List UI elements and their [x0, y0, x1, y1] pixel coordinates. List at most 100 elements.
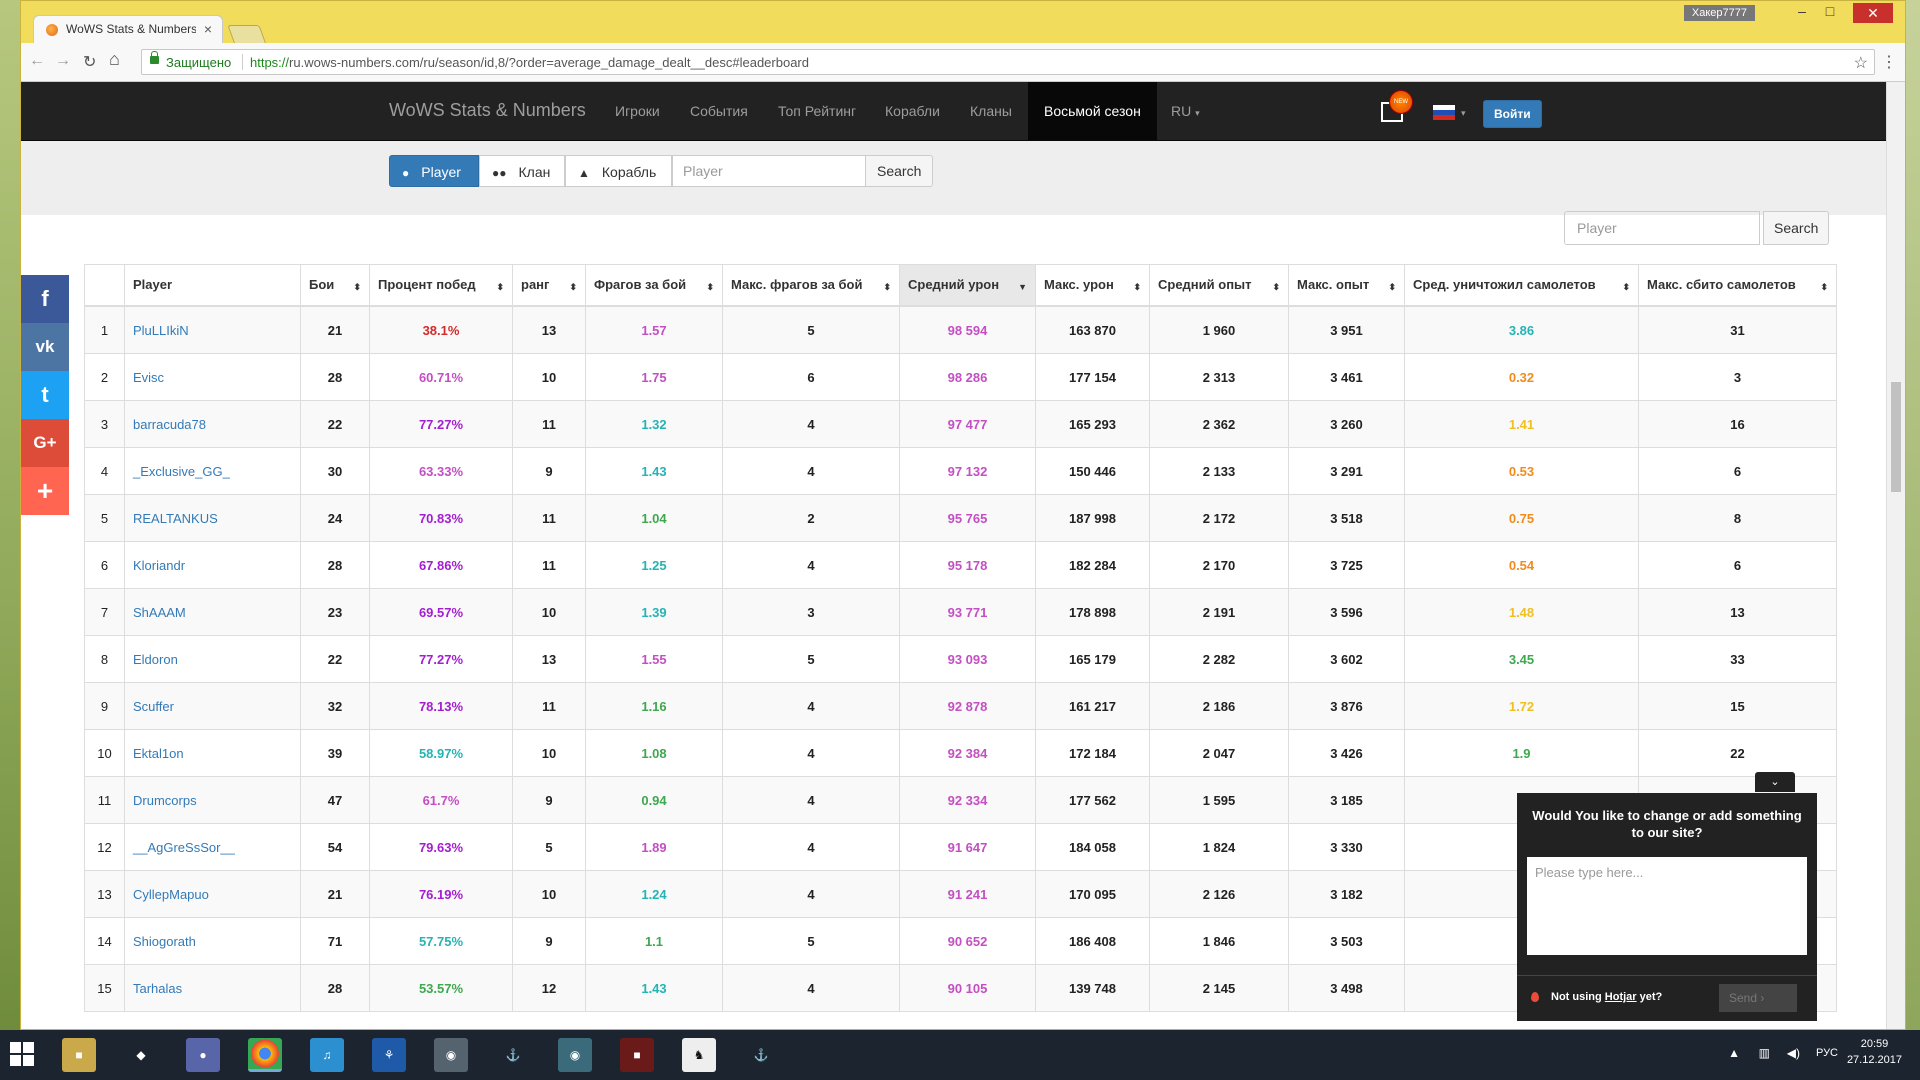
- cell-player-name[interactable]: Shiogorath: [124, 917, 301, 965]
- hotjar-link[interactable]: Hotjar: [1605, 991, 1637, 1003]
- cell-player-name[interactable]: REALTANKUS: [124, 494, 301, 542]
- vk-share-icon[interactable]: vk: [21, 323, 69, 371]
- tab-close-icon[interactable]: ×: [204, 21, 212, 37]
- windows-start-icon[interactable]: [10, 1042, 36, 1068]
- notification-icon[interactable]: NEW: [1381, 90, 1413, 122]
- site-brand[interactable]: WoWS Stats & Numbers: [389, 100, 586, 121]
- cell-battles: 28: [300, 541, 370, 589]
- col-avg-damage[interactable]: Средний урон ▼: [899, 264, 1036, 307]
- maximize-icon[interactable]: □: [1817, 3, 1843, 19]
- cell-player-name[interactable]: Ektal1on: [124, 729, 301, 777]
- google-plus-share-icon[interactable]: G+: [21, 419, 69, 467]
- network-icon[interactable]: ▥: [1759, 1046, 1770, 1060]
- forward-icon[interactable]: →: [55, 52, 71, 70]
- col-avg-xp[interactable]: Средний опыт ⬍: [1149, 264, 1289, 307]
- russian-flag-icon[interactable]: [1433, 105, 1455, 120]
- new-tab-button[interactable]: [227, 25, 267, 45]
- col-max-planes[interactable]: Макс. сбито самолетов ⬍: [1638, 264, 1837, 307]
- shield-app-icon[interactable]: ⚘: [372, 1038, 406, 1072]
- nav-item-players[interactable]: Игроки: [615, 103, 660, 119]
- col-battles[interactable]: Бои ⬍: [300, 264, 370, 307]
- game-launcher-icon[interactable]: ◉: [558, 1038, 592, 1072]
- col-rank[interactable]: ранг ⬍: [512, 264, 586, 307]
- col-max-frags[interactable]: Макс. фрагов за бой ⬍: [722, 264, 900, 307]
- cell-player-name[interactable]: Scuffer: [124, 682, 301, 730]
- cell-player-name[interactable]: Eldoron: [124, 635, 301, 683]
- window-close-icon[interactable]: ✕: [1853, 3, 1893, 23]
- facebook-share-icon[interactable]: f: [21, 275, 69, 323]
- search-tab-clan[interactable]: ●● Клан: [479, 155, 565, 187]
- search-input[interactable]: Player: [672, 155, 866, 187]
- feedback-send-button[interactable]: Send ›: [1719, 984, 1797, 1012]
- feedback-collapse-icon[interactable]: ⌄: [1755, 772, 1795, 792]
- input-language[interactable]: РУС: [1816, 1047, 1838, 1059]
- flag-caret-icon[interactable]: ▾: [1461, 108, 1466, 119]
- hog-app-icon[interactable]: ■: [620, 1038, 654, 1072]
- more-share-icon[interactable]: +: [21, 467, 69, 515]
- search-tab-player[interactable]: ● Player: [389, 155, 479, 187]
- tray-expand-icon[interactable]: ▲: [1728, 1046, 1740, 1060]
- world-of-tanks-icon[interactable]: ◆: [124, 1038, 158, 1072]
- bookmark-star-icon[interactable]: ☆: [1854, 53, 1868, 73]
- nav-item-season-eight[interactable]: Восьмой сезон: [1028, 82, 1157, 140]
- cell-player-name[interactable]: ShAAAM: [124, 588, 301, 636]
- page-scrollbar[interactable]: [1886, 82, 1905, 1029]
- music-app-icon[interactable]: ♫: [310, 1038, 344, 1072]
- discord-icon[interactable]: ●: [186, 1038, 220, 1072]
- search-button[interactable]: Search: [865, 155, 934, 187]
- cell-battles: 23: [300, 588, 370, 636]
- cell-player-name[interactable]: __AgGreSsSor__: [124, 823, 301, 871]
- cell-player-name[interactable]: Drumcorps: [124, 776, 301, 824]
- table-row: 10 Ektal1on 39 58.97% 10 1.08 4 92 384 172 184 2 …: [84, 729, 1837, 777]
- black-white-app-icon[interactable]: ♞: [682, 1038, 716, 1072]
- minimize-icon[interactable]: –: [1789, 3, 1815, 19]
- cell-player-name[interactable]: _Exclusive_GG_: [124, 447, 301, 495]
- col-winrate[interactable]: Процент побед ⬍: [369, 264, 513, 307]
- twitter-share-icon[interactable]: t: [21, 371, 69, 419]
- teamspeak-icon[interactable]: ◉: [434, 1038, 468, 1072]
- cell-player-name[interactable]: CyllepMapuo: [124, 870, 301, 918]
- volume-icon[interactable]: ◀): [1787, 1046, 1800, 1060]
- file-explorer-icon[interactable]: ■: [62, 1038, 96, 1072]
- nav-item-events[interactable]: События: [690, 103, 748, 119]
- browser-tab[interactable]: WoWS Stats & Numbers ×: [33, 15, 223, 43]
- cell-player-name[interactable]: Tarhalas: [124, 964, 301, 1012]
- browser-menu-icon[interactable]: ⋮: [1881, 52, 1897, 72]
- col-avg-planes[interactable]: Сред. уничтожил самолетов ⬍: [1404, 264, 1639, 307]
- sort-icon: ⬍: [1820, 282, 1828, 292]
- nav-item-clans[interactable]: Кланы: [970, 103, 1012, 119]
- search-tab-ship[interactable]: ▲ Корабль: [565, 155, 672, 187]
- back-icon[interactable]: ←: [29, 52, 45, 70]
- warships-mod-icon[interactable]: ⚓: [744, 1038, 778, 1072]
- col-player[interactable]: Player: [124, 264, 301, 307]
- chrome-icon[interactable]: [248, 1038, 282, 1072]
- site-favicon-icon: [46, 24, 58, 36]
- cell-avg-damage: 98 594: [899, 305, 1036, 354]
- cell-battles: 22: [300, 635, 370, 683]
- profile-badge[interactable]: Хакер7777: [1683, 5, 1755, 21]
- nav-item-top-rating[interactable]: Топ Рейтинг: [778, 103, 856, 119]
- cell-player-name[interactable]: Kloriandr: [124, 541, 301, 589]
- cell-winrate: 60.71%: [369, 353, 513, 401]
- cell-max-xp: 3 291: [1288, 447, 1405, 495]
- nav-item-ships[interactable]: Корабли: [885, 103, 940, 119]
- col-max-xp[interactable]: Макс. опыт ⬍: [1288, 264, 1405, 307]
- cell-battles: 21: [300, 870, 370, 918]
- cell-player-name[interactable]: barracuda78: [124, 400, 301, 448]
- cell-avg-damage: 93 093: [899, 635, 1036, 683]
- table-search-button[interactable]: Search: [1763, 211, 1830, 245]
- world-of-warships-icon[interactable]: ⚓: [496, 1038, 530, 1072]
- col-frags[interactable]: Фрагов за бой ⬍: [585, 264, 723, 307]
- cell-player-name[interactable]: Evisc: [124, 353, 301, 401]
- clock[interactable]: 20:59 27.12.2017: [1847, 1036, 1902, 1068]
- reload-icon[interactable]: ↻: [83, 52, 96, 72]
- feedback-textarea[interactable]: Please type here...: [1527, 857, 1807, 955]
- language-dropdown[interactable]: RU ▾: [1171, 103, 1200, 119]
- scrollbar-thumb[interactable]: [1891, 382, 1901, 492]
- home-icon[interactable]: ⌂: [109, 49, 120, 70]
- address-bar[interactable]: Защищено https://ru.wows-numbers.com/ru/…: [141, 49, 1875, 75]
- login-button[interactable]: Войти: [1483, 100, 1542, 128]
- cell-player-name[interactable]: PluLLIkiN: [124, 305, 301, 354]
- table-search-input[interactable]: Player: [1564, 211, 1760, 245]
- col-max-damage[interactable]: Макс. урон ⬍: [1035, 264, 1150, 307]
